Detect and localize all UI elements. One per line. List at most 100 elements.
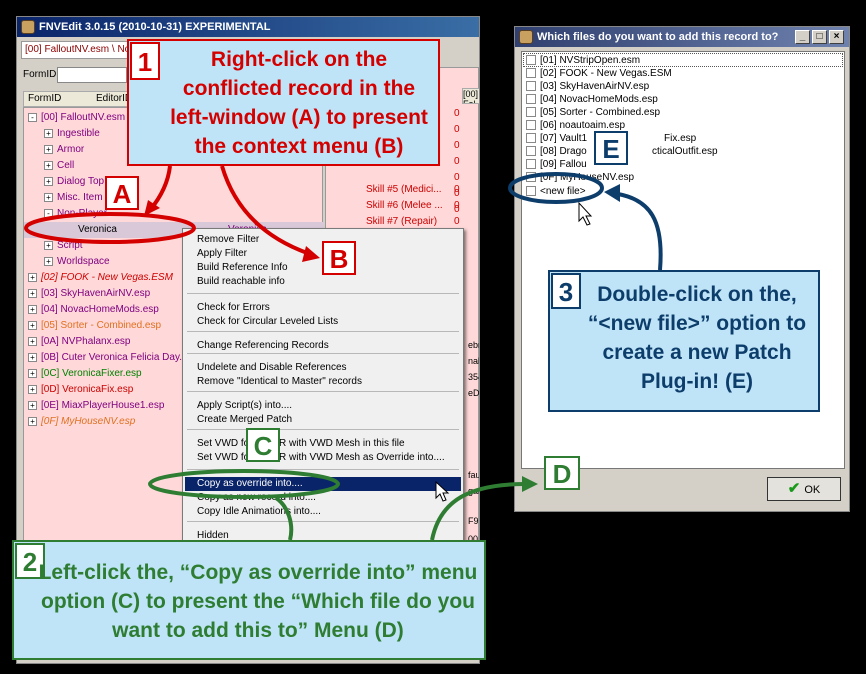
file-item[interactable]: [03] SkyHavenAirNV.esp: [526, 80, 649, 93]
menu-item[interactable]: Build Reference Info: [197, 261, 288, 275]
tree-row[interactable]: + [04] NovacHomeMods.esp: [28, 302, 159, 318]
file-item[interactable]: [02] FOOK - New Vegas.ESM: [526, 67, 672, 80]
tree-row-label: Misc. Item: [57, 192, 103, 203]
menu-item[interactable]: Create Merged Patch: [197, 413, 292, 427]
tree-row[interactable]: + [05] Sorter - Combined.esp: [28, 318, 161, 334]
tree-row[interactable]: - Non-Player: [44, 206, 107, 222]
checkbox[interactable]: [526, 159, 536, 170]
menu-item[interactable]: Check for Circular Leveled Lists: [197, 315, 338, 329]
expand-icon[interactable]: +: [44, 192, 53, 202]
menu-item[interactable]: Copy Idle Animations into....: [197, 505, 321, 519]
file-item[interactable]: [04] NovacHomeMods.esp: [526, 93, 658, 106]
fnvedit-title: FNVEdit 3.0.15 (2010-10-31) EXPERIMENTAL: [39, 21, 271, 33]
tree-row[interactable]: + Worldspace: [44, 254, 110, 270]
checkbox[interactable]: [526, 172, 536, 183]
maximize-icon[interactable]: □: [812, 30, 827, 44]
dialog-titlebar: Which files do you want to add this reco…: [515, 27, 849, 47]
record-field-value: 0: [454, 184, 460, 195]
file-item-label: [09] Fallou: [540, 159, 587, 170]
expand-icon[interactable]: +: [28, 384, 37, 394]
expand-icon[interactable]: +: [28, 304, 37, 314]
expand-icon[interactable]: +: [28, 416, 37, 426]
tree-row[interactable]: + Armor: [44, 142, 84, 158]
close-icon[interactable]: ×: [829, 30, 844, 44]
tree-row[interactable]: + Misc. Item: [44, 190, 103, 206]
file-item[interactable]: [07] Vault1: [526, 132, 587, 145]
file-item-label: [04] NovacHomeMods.esp: [540, 94, 658, 105]
menu-item[interactable]: Copy as new record into....: [197, 491, 316, 505]
col-formid[interactable]: FormID: [28, 93, 61, 104]
checkbox[interactable]: [526, 186, 536, 197]
tree-row[interactable]: + [02] FOOK - New Vegas.ESM: [28, 270, 173, 286]
file-item[interactable]: [0F] MyHouseNV.esp: [526, 171, 634, 184]
menu-item[interactable]: Remove "Identical to Master" records: [197, 375, 362, 389]
expand-icon[interactable]: +: [44, 144, 53, 154]
checkbox[interactable]: [526, 107, 536, 118]
tree-row-label: [0F] MyHouseNV.esp: [41, 416, 136, 427]
step1-number: 1: [130, 42, 160, 80]
expand-icon[interactable]: +: [44, 176, 53, 186]
menu-item[interactable]: Undelete and Disable References: [197, 361, 347, 375]
formid-input[interactable]: [57, 67, 127, 83]
checkbox[interactable]: [526, 81, 536, 92]
expand-icon[interactable]: +: [28, 288, 37, 298]
tree-row[interactable]: + Cell: [44, 158, 74, 174]
tree-row[interactable]: + [0F] MyHouseNV.esp: [28, 414, 135, 430]
record-value-fragment: F9: [468, 516, 479, 526]
record-value-fragment: eDar: [468, 388, 480, 398]
expand-icon[interactable]: +: [28, 272, 37, 282]
expand-icon[interactable]: +: [44, 256, 53, 266]
tree-row[interactable]: + Ingestible: [44, 126, 100, 142]
checkbox[interactable]: [526, 133, 536, 144]
menu-item[interactable]: Set VWD for: [197, 451, 253, 465]
expand-icon[interactable]: +: [28, 320, 37, 330]
menu-item[interactable]: Apply Filter: [197, 247, 247, 261]
menu-item-copy-as-override[interactable]: Copy as override into....: [197, 477, 303, 491]
menu-item[interactable]: Remove Filter: [197, 233, 259, 247]
menu-item[interactable]: Check for Errors: [197, 301, 270, 315]
record-field-label: Skill #7 (Repair): [366, 216, 438, 227]
menu-item[interactable]: Set VWD for: [197, 437, 253, 451]
expand-icon[interactable]: +: [44, 128, 53, 138]
tree-row[interactable]: + [0B] Cuter Veronica Felicia Day.: [28, 350, 182, 366]
ok-button[interactable]: ✔ OK: [767, 477, 841, 501]
expand-icon[interactable]: +: [28, 352, 37, 362]
formid-label: FormID: [23, 69, 57, 80]
file-item[interactable]: [01] NVStripOpen.esm: [526, 54, 640, 67]
tree-row[interactable]: + Script: [44, 238, 83, 254]
menu-item[interactable]: R with VWD Mesh as Override into....: [279, 451, 445, 465]
menu-item[interactable]: Change Referencing Records: [197, 339, 329, 353]
file-item[interactable]: [09] Fallou: [526, 158, 587, 171]
tree-row[interactable]: + Dialog Top: [44, 174, 104, 190]
file-item-new-file[interactable]: <new file>: [526, 185, 586, 198]
file-item[interactable]: [05] Sorter - Combined.esp: [526, 106, 660, 119]
expand-icon[interactable]: +: [28, 400, 37, 410]
ok-label: OK: [804, 484, 821, 496]
menu-item[interactable]: R with VWD Mesh in this file: [279, 437, 405, 451]
checkbox[interactable]: [526, 68, 536, 79]
expand-icon[interactable]: +: [44, 240, 53, 250]
tree-row[interactable]: + [03] SkyHavenAirNV.esp: [28, 286, 150, 302]
expand-icon[interactable]: +: [44, 160, 53, 170]
tree-row[interactable]: + [0A] NVPhalanx.esp: [28, 334, 131, 350]
tree-row[interactable]: + [0C] VeronicaFixer.esp: [28, 366, 142, 382]
expand-icon[interactable]: +: [28, 336, 37, 346]
checkbox[interactable]: [526, 94, 536, 105]
label-b: B: [322, 241, 356, 275]
menu-item[interactable]: Build reachable info: [197, 275, 285, 289]
tree-row[interactable]: + [0D] VeronicaFix.esp: [28, 382, 133, 398]
expand-icon[interactable]: +: [28, 368, 37, 378]
checkbox[interactable]: [526, 120, 536, 131]
tree-row[interactable]: - [00] FalloutNV.esm: [28, 110, 125, 126]
file-item[interactable]: Fix.esp: [664, 132, 696, 145]
menu-item[interactable]: Apply Script(s) into....: [197, 399, 292, 413]
checkbox[interactable]: [526, 146, 536, 157]
file-item[interactable]: [08] Drago: [526, 145, 587, 158]
file-item[interactable]: cticalOutfit.esp: [652, 145, 718, 158]
checkbox[interactable]: [526, 55, 536, 66]
collapse-icon[interactable]: -: [44, 208, 53, 218]
collapse-icon[interactable]: -: [28, 112, 37, 122]
record-value: 0: [454, 156, 460, 167]
minimize-icon[interactable]: _: [795, 30, 810, 44]
tree-row[interactable]: + [0E] MiaxPlayerHouse1.esp: [28, 398, 164, 414]
